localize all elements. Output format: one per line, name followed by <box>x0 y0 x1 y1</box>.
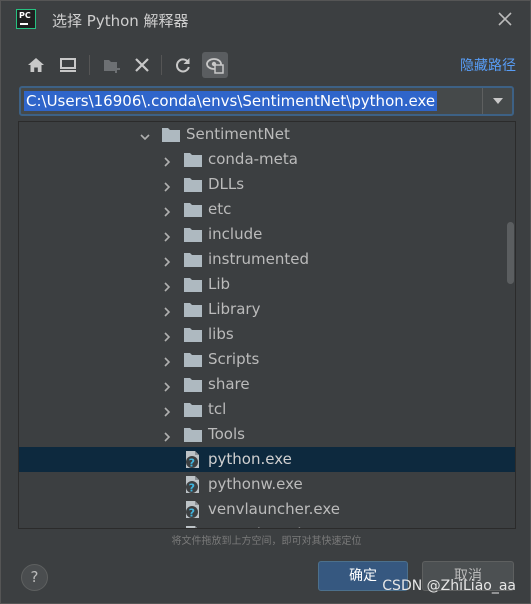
tree-row-folder[interactable]: Scripts <box>19 347 515 372</box>
new-folder-icon <box>104 60 120 73</box>
folder-icon <box>184 252 202 267</box>
toolbar-separator <box>89 55 90 75</box>
tree-row-folder[interactable]: etc <box>19 197 515 222</box>
chevron-right-icon[interactable] <box>161 328 173 342</box>
tree-row-label: Scripts <box>208 350 260 368</box>
tree-row-folder[interactable]: Library <box>19 297 515 322</box>
tree-row-folder[interactable]: SentimentNet <box>19 122 515 147</box>
folder-icon <box>162 127 180 142</box>
pycharm-logo-icon: PC <box>16 9 36 29</box>
tree-row-folder[interactable]: share <box>19 372 515 397</box>
python-file-icon: ? <box>184 475 202 495</box>
chevron-right-icon[interactable] <box>161 153 173 167</box>
tree-row-label: libs <box>208 325 234 343</box>
tree-row-label: tcl <box>208 400 227 418</box>
chevron-right-icon[interactable] <box>161 353 173 367</box>
tree-row-label: venvlauncher.exe <box>208 500 341 518</box>
refresh-button[interactable] <box>170 52 196 78</box>
chevron-right-icon[interactable] <box>161 278 173 292</box>
tree-row-folder[interactable]: libs <box>19 322 515 347</box>
folder-icon <box>184 277 202 292</box>
tree-row-label: include <box>208 225 263 243</box>
chevron-right-icon[interactable] <box>161 303 173 317</box>
chevron-down-icon <box>492 98 503 104</box>
desktop-icon <box>60 58 76 72</box>
tree-row-folder[interactable]: Lib <box>19 272 515 297</box>
tree-row-label: pythonw.exe <box>208 475 303 493</box>
close-button[interactable] <box>496 10 514 28</box>
chevron-right-icon[interactable] <box>161 178 173 192</box>
tree-row-file[interactable]: ? venvlauncher.exe <box>19 497 515 522</box>
watermark-text: CSDN @ZhiLiao_aa <box>382 578 516 594</box>
tree-row-label: venvwlauncher.exe <box>208 525 352 528</box>
tree-row-label: python.exe <box>208 450 292 468</box>
tree-row-file[interactable]: ? pythonw.exe <box>19 472 515 497</box>
interpreter-dialog: PC 选择 Python 解释器 隐藏路径 C:\Users\16906\.co <box>0 0 531 604</box>
tree-scrollbar[interactable] <box>507 222 514 284</box>
tree-row-label: SentimentNet <box>186 125 290 143</box>
delete-button[interactable] <box>129 52 155 78</box>
dialog-title: 选择 Python 解释器 <box>52 12 189 30</box>
path-dropdown-button[interactable] <box>482 88 512 114</box>
folder-icon <box>184 427 202 442</box>
chevron-right-icon[interactable] <box>161 403 173 417</box>
toolbar: 隐藏路径 <box>21 51 516 79</box>
show-hidden-button[interactable] <box>202 52 228 78</box>
new-folder-button[interactable] <box>99 52 125 78</box>
drag-drop-hint: 将文件拖放到上方空间，即可对其快速定位 <box>171 536 362 547</box>
tree-row-label: etc <box>208 200 232 218</box>
folder-icon <box>184 152 202 167</box>
folder-icon <box>184 352 202 367</box>
tree-row-label: share <box>208 375 250 393</box>
hide-path-link[interactable]: 隐藏路径 <box>460 55 516 75</box>
tree-row-label: DLLs <box>208 175 245 193</box>
path-combobox[interactable]: C:\Users\16906\.conda\envs\SentimentNet\… <box>19 86 514 116</box>
home-icon <box>28 58 44 72</box>
tree-row-folder[interactable]: instrumented <box>19 247 515 272</box>
tree-row-folder[interactable]: conda-meta <box>19 147 515 172</box>
tree-row-label: instrumented <box>208 250 310 268</box>
folder-icon <box>184 302 202 317</box>
tree-row-label: Lib <box>208 275 231 293</box>
title-bar: PC 选择 Python 解释器 <box>1 1 531 39</box>
tree-row-file[interactable]: ? python.exe <box>19 447 515 472</box>
python-file-icon: ? <box>184 500 202 520</box>
folder-icon <box>184 177 202 192</box>
chevron-right-icon[interactable] <box>161 428 173 442</box>
svg-text:?: ? <box>189 482 195 495</box>
folder-icon <box>184 202 202 217</box>
help-button[interactable]: ? <box>21 564 48 591</box>
folder-icon <box>184 402 202 417</box>
python-file-icon: ? <box>184 525 202 528</box>
logo-text: PC <box>19 11 31 20</box>
svg-text:?: ? <box>189 457 195 470</box>
path-input[interactable]: C:\Users\16906\.conda\envs\SentimentNet\… <box>24 91 438 111</box>
toolbar-separator <box>161 55 162 75</box>
desktop-button[interactable] <box>55 52 81 78</box>
tree-row-folder[interactable]: DLLs <box>19 172 515 197</box>
home-button[interactable] <box>23 52 49 78</box>
chevron-down-icon[interactable] <box>139 128 151 141</box>
tree-row-folder[interactable]: include <box>19 222 515 247</box>
delete-icon <box>135 58 149 72</box>
svg-text:?: ? <box>189 507 195 520</box>
tree-row-file[interactable]: ? venvwlauncher.exe <box>19 522 515 528</box>
tree-row-folder[interactable]: Tools <box>19 422 515 447</box>
file-tree[interactable]: ? venvwlauncher.exe? venvlauncher.exe? pyth… <box>18 121 516 529</box>
chevron-right-icon[interactable] <box>161 228 173 242</box>
tree-row-label: Tools <box>208 425 245 443</box>
refresh-icon <box>176 58 190 73</box>
python-file-icon: ? <box>184 450 202 470</box>
show-hidden-icon <box>206 58 224 74</box>
chevron-right-icon[interactable] <box>161 253 173 267</box>
tree-row-label: conda-meta <box>208 150 298 168</box>
folder-icon <box>184 227 202 242</box>
close-icon <box>498 12 512 26</box>
tree-row-label: Library <box>208 300 261 318</box>
folder-icon <box>184 327 202 342</box>
folder-icon <box>184 377 202 392</box>
chevron-right-icon[interactable] <box>161 203 173 217</box>
tree-row-folder[interactable]: tcl <box>19 397 515 422</box>
chevron-right-icon[interactable] <box>161 378 173 392</box>
